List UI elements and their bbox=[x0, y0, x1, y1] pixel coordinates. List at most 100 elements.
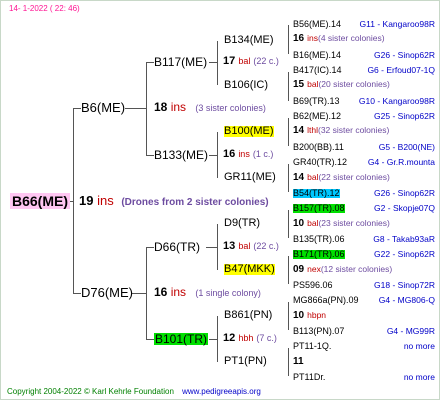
gen3-node[interactable]: B861(PN) bbox=[224, 310, 272, 321]
gen4-node[interactable]: PS596.06 bbox=[293, 281, 333, 290]
tree-line bbox=[125, 108, 147, 109]
info-suffix: bal bbox=[307, 79, 319, 89]
gen4-node[interactable]: B62(ME).12 bbox=[293, 112, 341, 121]
gen4-node[interactable]: MG866a(PN).09 bbox=[293, 296, 359, 305]
gen4-info: 10 hbpn bbox=[293, 311, 326, 321]
tree-line bbox=[288, 164, 289, 192]
gen4-source: no more bbox=[403, 372, 435, 382]
gen2-node[interactable]: B133(ME) bbox=[154, 149, 208, 161]
gen4-node[interactable]: B417(IC).14 bbox=[293, 66, 342, 75]
info-suffix: nex bbox=[307, 264, 321, 274]
gen4-node[interactable]: B69(TR).13 bbox=[293, 97, 340, 106]
root-info: 19 ins (Drones from 2 sister colonies) bbox=[79, 194, 269, 208]
info-number: 11 bbox=[293, 356, 304, 367]
tree-line bbox=[288, 256, 289, 284]
info-note: (12 sister colonies) bbox=[320, 264, 393, 274]
info-number: 10 bbox=[293, 218, 305, 229]
gen4-node[interactable]: PT11-1Q. bbox=[293, 342, 331, 351]
info-number: 09 bbox=[293, 264, 305, 275]
gen4-source: G4 - Gr.R.mounta bbox=[367, 157, 435, 167]
gen4-info: 14 lthl(32 sister colonies) bbox=[293, 126, 389, 136]
gen4-node[interactable]: B135(TR).06 bbox=[293, 235, 345, 244]
gen4-source: G4 - MG99R bbox=[386, 326, 435, 336]
gen4-node[interactable]: B16(ME).14 bbox=[293, 51, 341, 60]
gen4-node[interactable]: B56(ME).14 bbox=[293, 20, 341, 29]
gen2-node[interactable]: B117(ME) bbox=[154, 56, 207, 68]
gen4-source: G5 - B200(NE) bbox=[378, 142, 435, 152]
gen4-source: G22 - Sinop62R bbox=[374, 249, 435, 259]
tree-line bbox=[209, 339, 218, 340]
gen4-source: G18 - Sinop72R bbox=[374, 280, 435, 290]
gen3-node[interactable]: D9(TR) bbox=[224, 218, 260, 229]
info-number: 14 bbox=[293, 125, 305, 136]
info-number: 14 bbox=[293, 172, 305, 183]
gen4-source: G26 - Sinop62R bbox=[374, 188, 435, 198]
info-suffix: bal bbox=[307, 172, 319, 182]
tree-line bbox=[73, 293, 81, 294]
gen4-source: G6 - Erfoud07-1Q bbox=[367, 65, 435, 75]
tree-line bbox=[146, 155, 154, 156]
tree-line bbox=[206, 247, 218, 248]
gen4-source: G26 - Sinop62R bbox=[374, 50, 435, 60]
info-note: (23 sister colonies) bbox=[318, 218, 390, 228]
footer-link[interactable]: www.pedigreeapis.org bbox=[182, 387, 261, 396]
sire-node[interactable]: D76(ME) bbox=[81, 286, 133, 299]
gen4-node[interactable]: B113(PN).07 bbox=[293, 327, 344, 336]
gen4-info: 14 bal(22 sister colonies) bbox=[293, 173, 390, 183]
info-suffix: bal bbox=[307, 218, 319, 228]
gen4-source: G8 - Takab93aR bbox=[373, 234, 435, 244]
gen4-source: G2 - Skopje07Q bbox=[374, 203, 435, 213]
gen2-info: 17 bal (22 c.) bbox=[223, 55, 279, 67]
gen4-source: no more bbox=[403, 341, 435, 351]
gen4-info: 10 bal(23 sister colonies) bbox=[293, 219, 390, 229]
gen4-node[interactable]: PT11Dr. bbox=[293, 373, 325, 382]
info-number: 15 bbox=[293, 79, 305, 90]
gen4-info: 16 ins(4 sister colonies) bbox=[293, 34, 385, 44]
root-generation: 19 bbox=[79, 193, 94, 208]
gen3-node[interactable]: B100(ME) bbox=[224, 126, 274, 137]
tree-line bbox=[146, 62, 154, 63]
tree-line bbox=[146, 247, 154, 248]
tree-line bbox=[73, 108, 81, 109]
gen2-node[interactable]: D66(TR) bbox=[154, 241, 200, 253]
gen4-source: G10 - Kangaroo98R bbox=[358, 96, 435, 106]
gen4-info: 11 bbox=[293, 357, 307, 367]
tree-line bbox=[146, 339, 154, 340]
tree-line bbox=[288, 72, 289, 101]
gen4-node[interactable]: B171(TR).06 bbox=[293, 250, 345, 259]
tree-line bbox=[288, 302, 289, 330]
gen3-node[interactable]: B134(ME) bbox=[224, 35, 274, 46]
copyright: Copyright 2004-2022 © Karl Kehrle Founda… bbox=[7, 387, 174, 396]
info-suffix: ins bbox=[307, 33, 318, 43]
gen3-node[interactable]: B106(IC) bbox=[224, 80, 268, 91]
dam-node[interactable]: B6(ME) bbox=[81, 101, 125, 114]
tree-line bbox=[209, 62, 218, 63]
tree-line bbox=[288, 118, 289, 146]
tree-line bbox=[288, 348, 289, 376]
gen3-node[interactable]: GR11(ME) bbox=[224, 172, 276, 183]
info-number: 10 bbox=[293, 310, 305, 321]
tree-line bbox=[288, 25, 289, 54]
pedigree-chart: 14- 1-2022 ( 22: 46) B66(ME) 19 ins (Dro… bbox=[0, 0, 440, 400]
generation-date: 14- 1-2022 ( 22: 46) bbox=[9, 4, 80, 13]
gen4-node[interactable]: B200(BB).11 bbox=[293, 143, 344, 152]
gen4-node[interactable]: GR40(TR).12 bbox=[293, 158, 347, 167]
gen2-node[interactable]: B101(TR) bbox=[154, 333, 209, 345]
gen3-node[interactable]: B47(MKK) bbox=[224, 264, 275, 275]
root-queen[interactable]: B66(ME) bbox=[10, 193, 71, 209]
gen4-info: 15 bal(20 sister colonies) bbox=[293, 80, 390, 90]
gen4-source: G4 - MG806-Q bbox=[378, 295, 435, 305]
root-note: (Drones from 2 sister colonies) bbox=[121, 197, 269, 208]
gen4-info: 09 nex(12 sister colonies) bbox=[293, 265, 392, 275]
gen4-node[interactable]: B157(TR).08 bbox=[293, 204, 345, 213]
tree-line bbox=[131, 293, 147, 294]
gen2-info: 13 bal (22 c.) bbox=[223, 240, 279, 252]
gen4-source: G25 - Sinop62R bbox=[374, 111, 435, 121]
gen3-node[interactable]: PT1(PN) bbox=[224, 356, 267, 367]
dam-info: 18 ins (3 sister colonies) bbox=[154, 100, 266, 114]
info-number: 16 bbox=[293, 33, 305, 44]
gen4-node[interactable]: B54(TR).12 bbox=[293, 189, 340, 198]
tree-line bbox=[217, 41, 218, 85]
gen4-source: G11 - Kangaroo98R bbox=[359, 19, 435, 29]
footer: Copyright 2004-2022 © Karl Kehrle Founda… bbox=[7, 388, 261, 396]
